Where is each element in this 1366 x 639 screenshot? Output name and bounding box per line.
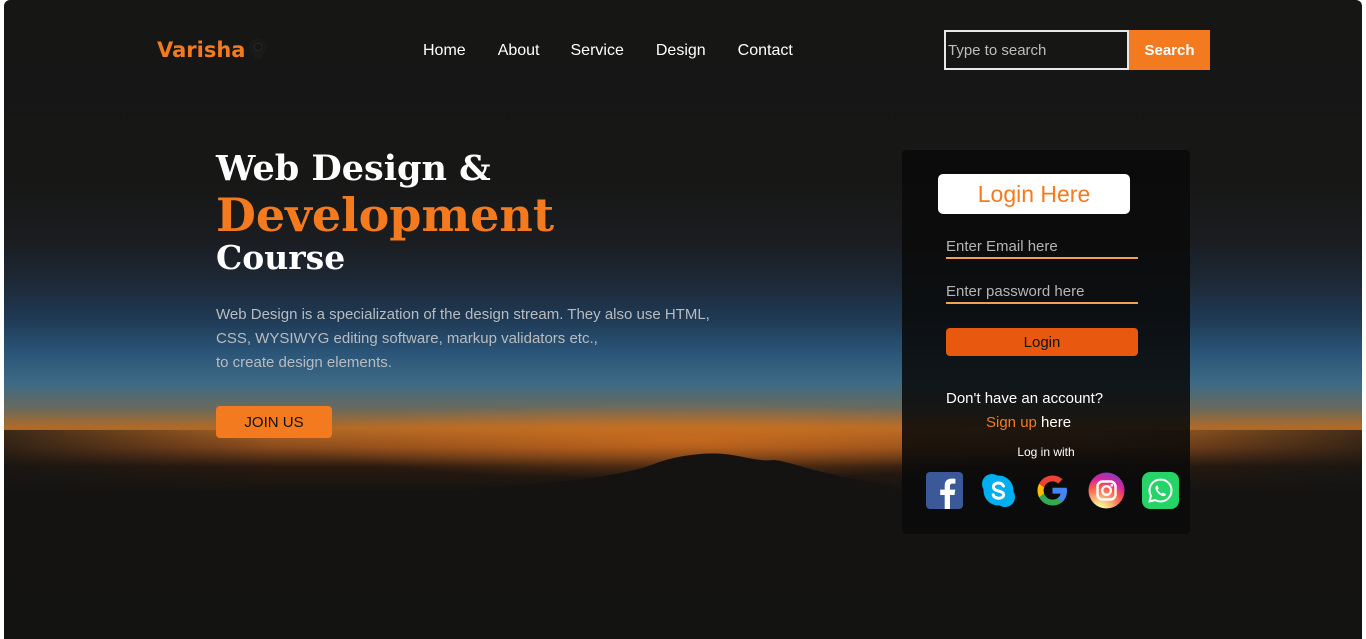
nav-service[interactable]: Service <box>571 40 624 62</box>
hero-description: Web Design is a specialization of the de… <box>216 303 756 375</box>
login-title: Login Here <box>938 174 1130 214</box>
hero-title-line1: Web Design & <box>216 148 491 189</box>
login-with-label: Log in with <box>1017 445 1075 459</box>
nav-design[interactable]: Design <box>656 40 706 62</box>
hero-section: Varisha Home About Service Design Contac… <box>4 0 1362 639</box>
brand-logo[interactable]: Varisha <box>157 38 269 62</box>
main-nav: Home About Service Design Contact <box>423 40 793 62</box>
password-field[interactable] <box>946 280 1138 304</box>
instagram-icon[interactable] <box>1088 472 1125 509</box>
email-field[interactable] <box>946 235 1138 259</box>
login-card: Login Here Login Don't have an account? … <box>902 150 1190 534</box>
google-icon[interactable] <box>1034 472 1071 509</box>
login-button[interactable]: Login <box>946 328 1138 356</box>
search-input[interactable] <box>944 30 1129 70</box>
skype-icon[interactable] <box>980 472 1017 509</box>
nav-home[interactable]: Home <box>423 40 466 62</box>
signup-link[interactable]: Sign up <box>986 414 1037 431</box>
signup-line: Sign up here <box>986 414 1071 431</box>
facebook-icon[interactable] <box>926 472 963 509</box>
hero-title-line2: Development <box>216 188 555 242</box>
hero-description-line: Web Design is a specialization of the de… <box>216 306 710 323</box>
brand-name: Varisha <box>157 38 246 62</box>
whatsapp-icon[interactable] <box>1142 472 1179 509</box>
nav-about[interactable]: About <box>498 40 540 62</box>
nav-contact[interactable]: Contact <box>738 40 793 62</box>
hero-description-line: CSS, WYSIWYG editing software, markup va… <box>216 330 598 347</box>
mountain-silhouette <box>474 453 894 500</box>
join-us-button[interactable]: JOIN US <box>216 406 332 438</box>
lightbulb-icon <box>249 38 267 59</box>
social-login-row <box>926 472 1179 509</box>
hero-description-line: to create design elements. <box>216 354 392 371</box>
hero-title-line3: Course <box>216 238 346 277</box>
signup-suffix: here <box>1036 414 1072 431</box>
no-account-text: Don't have an account? <box>946 390 1104 407</box>
search-button[interactable]: Search <box>1129 30 1210 70</box>
